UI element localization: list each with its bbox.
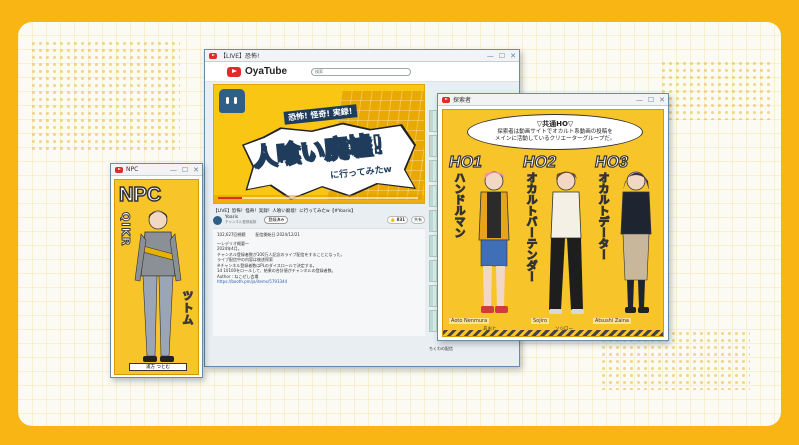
npc-name-caption: 浦方 つとむ <box>129 363 187 371</box>
sidebar-label: ちくわの配信 <box>429 346 453 351</box>
ho3-vertical-text: オカルトデーター <box>597 172 611 261</box>
app-header: OyaTube 検索 <box>205 62 519 82</box>
bubble-line: 探索者は動画サイトでオカルト系動画の投稿を <box>497 129 613 135</box>
video-player[interactable]: 恐怖! 怪奇! 実録! 人喰い廃墟! に行ってみたw <box>213 84 425 204</box>
play-icon <box>442 96 450 103</box>
ho1-name: Aoto Nenmura <box>449 318 490 324</box>
halftone-decoration <box>30 40 180 150</box>
app-name[interactable]: OyaTube <box>245 66 287 77</box>
like-count: 831 <box>396 217 405 222</box>
npc-vertical-text: QIKR <box>119 211 133 247</box>
ho2-name: Sojiro <box>531 318 550 324</box>
minimize-icon[interactable]: — <box>487 51 494 61</box>
npc-window[interactable]: NPC — ☐ ✕ NPC QIKR ツトム 浦方 つとむ <box>110 163 203 378</box>
explorers-window[interactable]: 探索者 — ☐ ✕ ▽共通HO▽ 探索者は動画サイトでオカルト系動画の投稿を メ… <box>437 93 669 341</box>
window-title: 【LIVE】恐怖! <box>220 53 260 60</box>
player-controls[interactable] <box>214 195 424 203</box>
bubble-title: ▽共通HO▽ <box>536 120 574 128</box>
ghost-logo-icon <box>219 89 245 113</box>
ho1-character-illustration <box>478 171 510 313</box>
explorers-card: ▽共通HO▽ 探索者は動画サイトでオカルト系動画の投稿を メインに活動しているク… <box>442 109 664 337</box>
like-button[interactable]: 👍 831 <box>387 216 408 224</box>
minimize-icon[interactable]: — <box>636 95 643 105</box>
progress-bar[interactable] <box>218 197 418 199</box>
bubble-line: メインに活動しているクリエーターグループだ。 <box>494 136 616 142</box>
subscribe-button[interactable]: 登録済み <box>264 216 289 224</box>
maximize-icon[interactable]: ☐ <box>648 95 654 105</box>
video-description: 102,627回視聴 配信開始日:2024/12/21 〜レデリオ概要〜 202… <box>213 228 425 336</box>
npc-character-illustration <box>134 210 182 362</box>
ho3-character-illustration <box>620 171 652 313</box>
common-ho-bubble: ▽共通HO▽ 探索者は動画サイトでオカルト系動画の投稿を メインに活動しているク… <box>467 114 643 150</box>
subscriber-text: チャンネル登録者数 <box>225 220 257 224</box>
npc-big-text: NPC <box>118 183 162 207</box>
halftone-decoration <box>660 60 770 120</box>
ho1-vertical-text: ハンドルマン <box>453 172 467 239</box>
progress-fill <box>218 197 242 199</box>
maximize-icon[interactable]: ☐ <box>499 51 505 61</box>
booth-link[interactable]: https://booth.pm/ja/items/5793344 <box>217 279 421 285</box>
close-icon[interactable]: ✕ <box>659 95 665 105</box>
share-button[interactable]: 共有 <box>411 216 425 224</box>
oyatube-logo-icon[interactable] <box>227 66 241 77</box>
window-title: 探索者 <box>453 97 472 104</box>
npc-card: NPC QIKR ツトム 浦方 つとむ <box>114 179 199 375</box>
close-icon[interactable]: ✕ <box>510 51 516 61</box>
play-icon <box>209 52 217 59</box>
channel-row: Yoaris チャンネル登録者数 登録済み 👍 831 共有 <box>213 214 425 226</box>
view-count: 102,627回視聴 <box>217 232 246 237</box>
window-titlebar[interactable]: 【LIVE】恐怖! — ☐ ✕ <box>205 50 519 62</box>
stream-date: 配信開始日:2024/12/21 <box>255 232 300 237</box>
close-icon[interactable]: ✕ <box>193 165 199 175</box>
ho2-vertical-text: オカルトバーテンダー <box>525 172 539 283</box>
ho2-character-illustration <box>549 171 584 314</box>
window-titlebar[interactable]: NPC — ☐ ✕ <box>111 164 202 176</box>
maximize-icon[interactable]: ☐ <box>182 165 188 175</box>
ho3-name: Atsushi Zaina <box>593 318 631 324</box>
channel-avatar[interactable] <box>213 215 222 225</box>
hazard-stripe <box>443 330 663 336</box>
minimize-icon[interactable]: — <box>170 165 177 175</box>
window-title: NPC <box>126 166 139 173</box>
play-icon <box>115 166 123 173</box>
window-titlebar[interactable]: 探索者 — ☐ ✕ <box>438 94 668 106</box>
search-input[interactable]: 検索 <box>311 67 412 76</box>
